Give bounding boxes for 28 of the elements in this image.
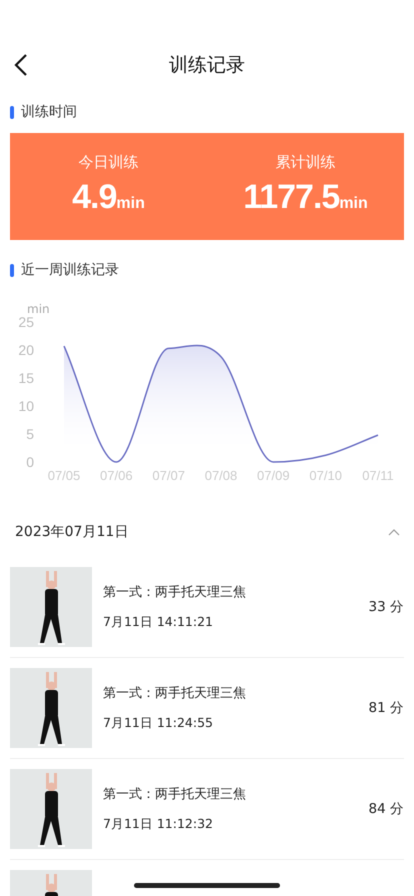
back-icon[interactable] xyxy=(12,53,30,77)
stat-label: 今日训练 xyxy=(78,153,138,172)
exercise-title: 第一式：两手托天理三焦 xyxy=(103,685,247,702)
axis-label: 25 xyxy=(18,314,34,330)
axis-label: 5 xyxy=(26,426,34,442)
page-title: 训练记录 xyxy=(169,53,245,78)
chevron-icon[interactable] xyxy=(388,528,400,536)
exercise-title: 第一式：两手托天理三焦 xyxy=(103,786,247,803)
score: 33 分 xyxy=(368,598,404,616)
axis-label: 0 xyxy=(26,454,34,470)
stat-value: 1177.5 xyxy=(243,178,340,217)
stat-label: 累计训练 xyxy=(276,153,336,172)
stat-value: 4.9 xyxy=(72,178,116,217)
axis-unit: min xyxy=(27,302,50,316)
stat-unit: min xyxy=(116,195,145,213)
score: 81 分 xyxy=(368,699,404,717)
stat-unit: min xyxy=(339,195,368,213)
date-heading: 2023年07月11日 xyxy=(15,523,128,541)
axis-label: 15 xyxy=(18,370,34,386)
record-time: 7月11日 11:24:55 xyxy=(103,715,214,732)
axis-label: 20 xyxy=(18,342,34,358)
record-time: 7月11日 14:11:21 xyxy=(103,614,214,631)
section-title: 近一周训练记录 xyxy=(21,261,119,279)
score: 84 分 xyxy=(368,800,404,818)
exercise-title: 第一式：两手托天理三焦 xyxy=(103,584,247,601)
section-title: 训练时间 xyxy=(21,103,77,121)
axis-label: 10 xyxy=(18,398,34,414)
record-time: 7月11日 11:12:32 xyxy=(103,816,214,833)
